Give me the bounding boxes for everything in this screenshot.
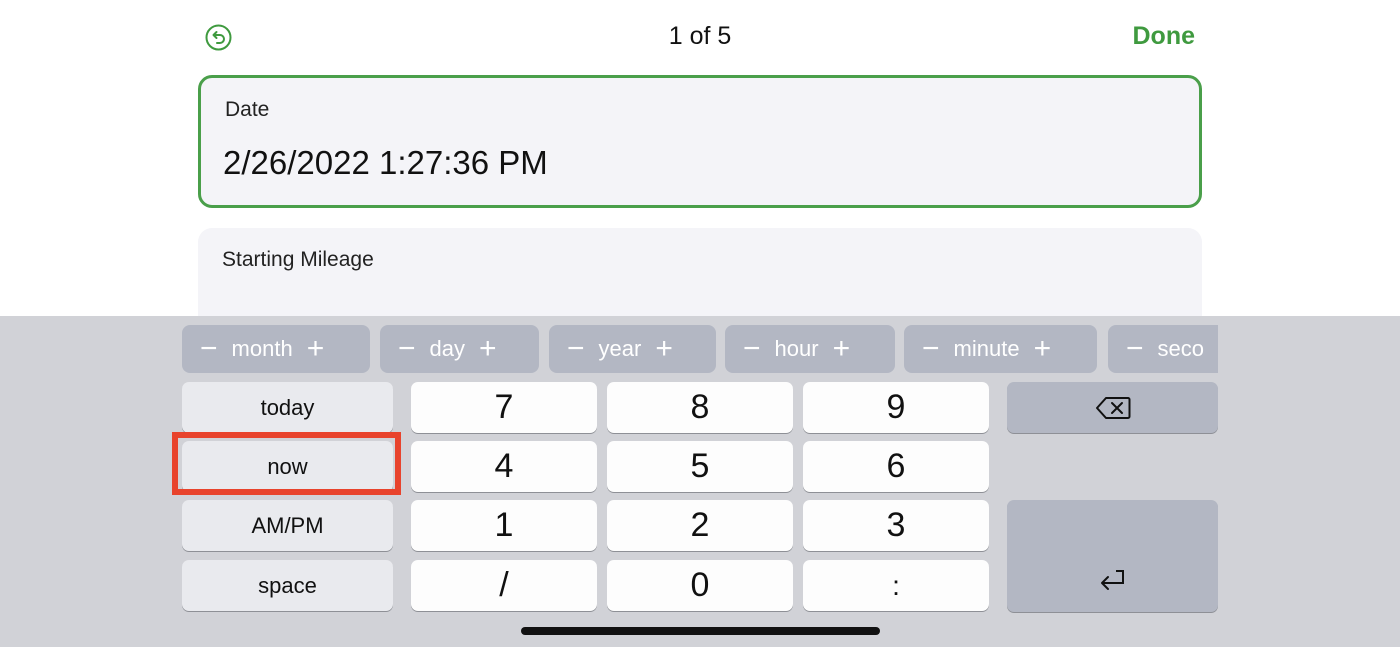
stepper-row[interactable]: − month + − day + − year + − hour + − mi…: [182, 325, 1218, 374]
key-5[interactable]: 5: [607, 441, 793, 492]
year-decrement-button[interactable]: −: [549, 334, 599, 364]
date-field-value[interactable]: 2/26/2022 1:27:36 PM: [223, 144, 548, 182]
minute-stepper[interactable]: − minute +: [904, 325, 1097, 373]
second-decrement-button[interactable]: −: [1108, 334, 1158, 364]
hour-stepper-label: hour: [774, 336, 819, 361]
home-indicator[interactable]: [521, 627, 880, 635]
hour-increment-button[interactable]: +: [819, 334, 869, 364]
year-increment-button[interactable]: +: [641, 334, 691, 364]
key-9[interactable]: 9: [803, 382, 989, 433]
backspace-icon: [1095, 396, 1130, 419]
key-4[interactable]: 4: [411, 441, 597, 492]
minute-increment-button[interactable]: +: [1020, 334, 1070, 364]
month-increment-button[interactable]: +: [293, 334, 343, 364]
month-stepper[interactable]: − month +: [182, 325, 370, 373]
key-7[interactable]: 7: [411, 382, 597, 433]
month-decrement-button[interactable]: −: [182, 334, 232, 364]
hour-stepper[interactable]: − hour +: [725, 325, 895, 373]
second-stepper-label: seco: [1157, 336, 1205, 361]
year-stepper[interactable]: − year +: [549, 325, 716, 373]
key-6[interactable]: 6: [803, 441, 989, 492]
year-stepper-label: year: [598, 336, 642, 361]
second-stepper[interactable]: − seco: [1108, 325, 1218, 373]
return-key[interactable]: [1007, 500, 1218, 612]
hour-decrement-button[interactable]: −: [725, 334, 775, 364]
day-increment-button[interactable]: +: [465, 334, 515, 364]
space-key[interactable]: space: [182, 560, 393, 611]
date-field-label: Date: [225, 98, 270, 121]
return-icon: [1100, 570, 1124, 590]
day-stepper-label: day: [429, 336, 466, 361]
day-stepper[interactable]: − day +: [380, 325, 539, 373]
key-3[interactable]: 3: [803, 500, 989, 551]
starting-mileage-label: Starting Mileage: [222, 248, 374, 271]
slash-key[interactable]: /: [411, 560, 597, 611]
navigation-bar: 1 of 5 Done: [0, 0, 1400, 75]
key-0[interactable]: 0: [607, 560, 793, 611]
month-stepper-label: month: [231, 336, 293, 361]
key-8[interactable]: 8: [607, 382, 793, 433]
date-field[interactable]: Date 2/26/2022 1:27:36 PM: [198, 75, 1202, 208]
colon-key[interactable]: :: [803, 560, 989, 611]
delete-key[interactable]: [1007, 382, 1218, 433]
am-pm-key[interactable]: AM/PM: [182, 500, 393, 551]
key-2[interactable]: 2: [607, 500, 793, 551]
done-button[interactable]: Done: [1133, 22, 1196, 51]
minute-stepper-label: minute: [953, 336, 1020, 361]
now-key[interactable]: now: [182, 441, 393, 492]
today-key[interactable]: today: [182, 382, 393, 433]
key-1[interactable]: 1: [411, 500, 597, 551]
minute-decrement-button[interactable]: −: [904, 334, 954, 364]
day-decrement-button[interactable]: −: [380, 334, 430, 364]
